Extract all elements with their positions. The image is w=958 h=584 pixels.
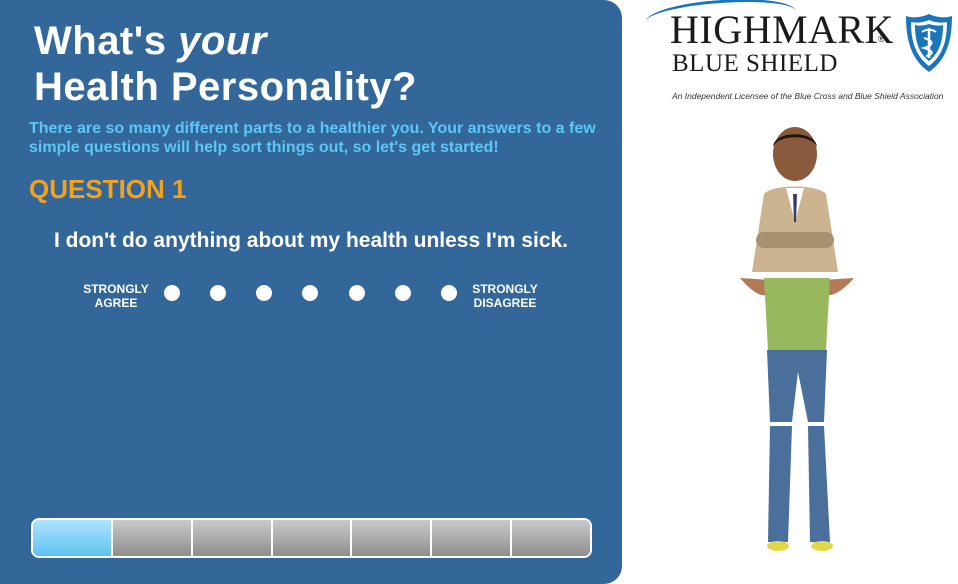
title-emphasis: your (178, 19, 267, 63)
answer-option-5[interactable] (349, 285, 365, 301)
scale-agree-line1: STRONGLY (83, 282, 149, 296)
answer-option-4[interactable] (302, 285, 318, 301)
title-line2: Health Personality? (34, 65, 417, 109)
survey-panel: What's your Health Personality? There ar… (0, 0, 622, 584)
scale-label-disagree: STRONGLY DISAGREE (468, 282, 542, 310)
blue-shield-caduceus-icon (906, 14, 952, 72)
intro-text: There are so many different parts to a h… (29, 120, 596, 156)
progress-step-4 (272, 520, 353, 556)
answer-option-7[interactable] (441, 285, 457, 301)
brand-registered-mark: ® (878, 34, 885, 44)
brand-name-line1: HIGHMARK (670, 7, 894, 52)
answer-option-2[interactable] (210, 285, 226, 301)
progress-step-7 (512, 520, 590, 556)
brand-name-line2: BLUE SHIELD (672, 50, 838, 77)
progress-step-6 (432, 520, 513, 556)
scale-label-agree: STRONGLY AGREE (80, 282, 152, 310)
scale-disagree-line2: DISAGREE (473, 296, 537, 310)
answer-option-6[interactable] (395, 285, 411, 301)
scale-agree-line2: AGREE (94, 296, 138, 310)
title-prefix: What's (34, 19, 179, 63)
progress-step-3 (192, 520, 273, 556)
person-photo (712, 127, 882, 551)
progress-bar (31, 518, 592, 558)
page-title: What's your Health Personality? (34, 18, 417, 110)
question-text: I don't do anything about my health unle… (53, 229, 569, 252)
answer-option-1[interactable] (164, 285, 180, 301)
progress-step-5 (352, 520, 433, 556)
brand-tagline: An Independent Licensee of the Blue Cros… (672, 91, 944, 101)
scale-disagree-line1: STRONGLY (472, 282, 538, 296)
progress-step-2 (112, 520, 193, 556)
question-number: QUESTION 1 (29, 174, 187, 204)
answer-option-3[interactable] (256, 285, 272, 301)
progress-step-1 (33, 520, 113, 556)
